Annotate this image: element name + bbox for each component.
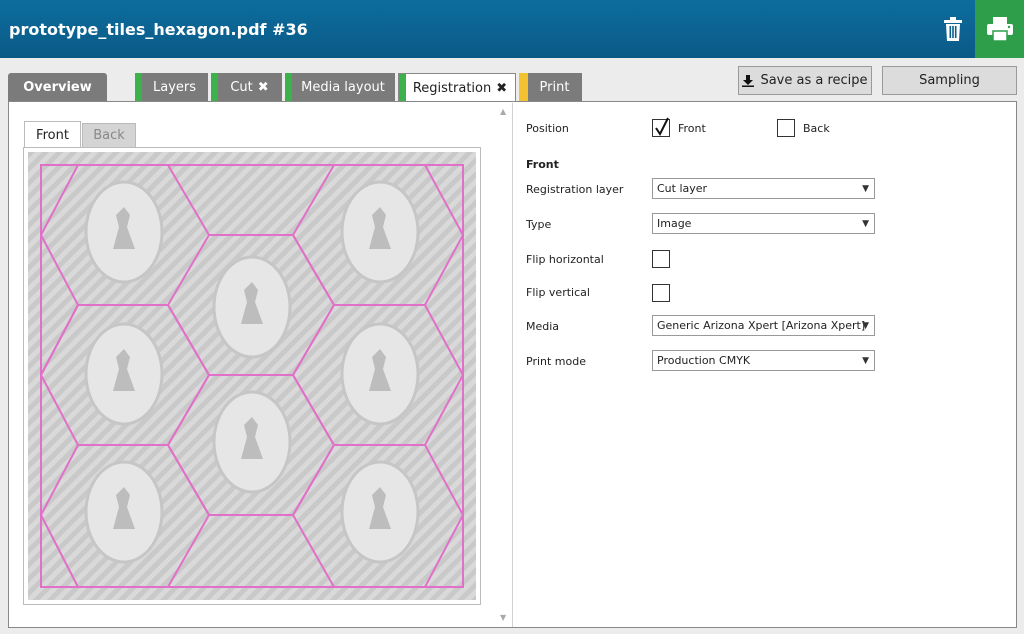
panel-divider <box>512 103 513 627</box>
tab-media-layout[interactable]: Media layout <box>285 73 395 102</box>
status-flag <box>285 73 292 102</box>
download-icon <box>742 74 755 87</box>
checkmark-icon <box>655 117 669 136</box>
type-select[interactable]: Image ▼ <box>652 213 875 234</box>
position-front-label: Front <box>678 122 706 135</box>
document-title: prototype_tiles_hexagon.pdf #36 <box>9 20 308 39</box>
flip-vertical-label: Flip vertical <box>526 286 590 299</box>
position-back-label: Back <box>803 122 830 135</box>
status-flag <box>399 74 406 103</box>
front-section-title: Front <box>526 158 559 171</box>
preview-scrollbar[interactable]: ▲ ▼ <box>497 104 511 624</box>
preview-tab-front[interactable]: Front <box>24 121 81 149</box>
status-flag <box>211 73 218 102</box>
tab-registration[interactable]: Registration ✖ <box>398 73 516 103</box>
position-front-checkbox[interactable] <box>652 117 670 137</box>
type-label: Type <box>526 218 552 231</box>
chevron-down-icon: ▼ <box>862 356 869 366</box>
tab-cut-label: Cut <box>230 80 253 95</box>
printer-icon <box>986 17 1013 41</box>
flip-horizontal-checkbox[interactable] <box>652 250 670 268</box>
delete-button[interactable] <box>930 0 975 58</box>
chevron-down-icon: ▼ <box>862 321 869 331</box>
flip-horizontal-label: Flip horizontal <box>526 253 604 266</box>
tab-print[interactable]: Print <box>519 73 582 102</box>
tab-layers[interactable]: Layers <box>135 73 208 102</box>
tab-media-layout-label: Media layout <box>301 80 385 95</box>
position-label: Position <box>526 122 569 135</box>
chevron-down-icon: ▼ <box>862 219 869 229</box>
print-button[interactable] <box>975 0 1024 58</box>
scroll-up-icon[interactable]: ▲ <box>500 107 506 116</box>
media-select[interactable]: Generic Arizona Xpert [Arizona Xpert] ▼ <box>652 315 875 336</box>
registration-layer-label: Registration layer <box>526 183 624 196</box>
print-mode-label: Print mode <box>526 355 586 368</box>
app-header: prototype_tiles_hexagon.pdf #36 <box>0 0 1024 58</box>
position-back-checkbox[interactable] <box>777 119 795 137</box>
close-icon[interactable]: ✖ <box>496 81 507 96</box>
tab-cut[interactable]: Cut ✖ <box>211 73 282 102</box>
tab-registration-label: Registration <box>412 81 492 96</box>
flip-vertical-checkbox[interactable] <box>652 284 670 302</box>
chevron-down-icon: ▼ <box>862 184 869 194</box>
tab-overview[interactable]: Overview <box>8 73 107 102</box>
trash-icon <box>943 17 962 41</box>
scroll-down-icon[interactable]: ▼ <box>500 613 506 622</box>
sampling-button[interactable]: Sampling <box>882 66 1017 95</box>
print-mode-select[interactable]: Production CMYK ▼ <box>652 350 875 371</box>
preview-tab-back[interactable]: Back <box>82 123 136 148</box>
tab-layers-label: Layers <box>152 80 197 95</box>
save-as-recipe-button[interactable]: Save as a recipe <box>738 66 872 95</box>
preview-image <box>28 152 476 600</box>
media-label: Media <box>526 320 560 333</box>
close-icon[interactable]: ✖ <box>258 80 269 95</box>
registration-layer-select[interactable]: Cut layer ▼ <box>652 178 875 199</box>
status-flag <box>519 73 528 102</box>
tab-print-label: Print <box>539 80 570 95</box>
status-flag <box>135 73 142 102</box>
